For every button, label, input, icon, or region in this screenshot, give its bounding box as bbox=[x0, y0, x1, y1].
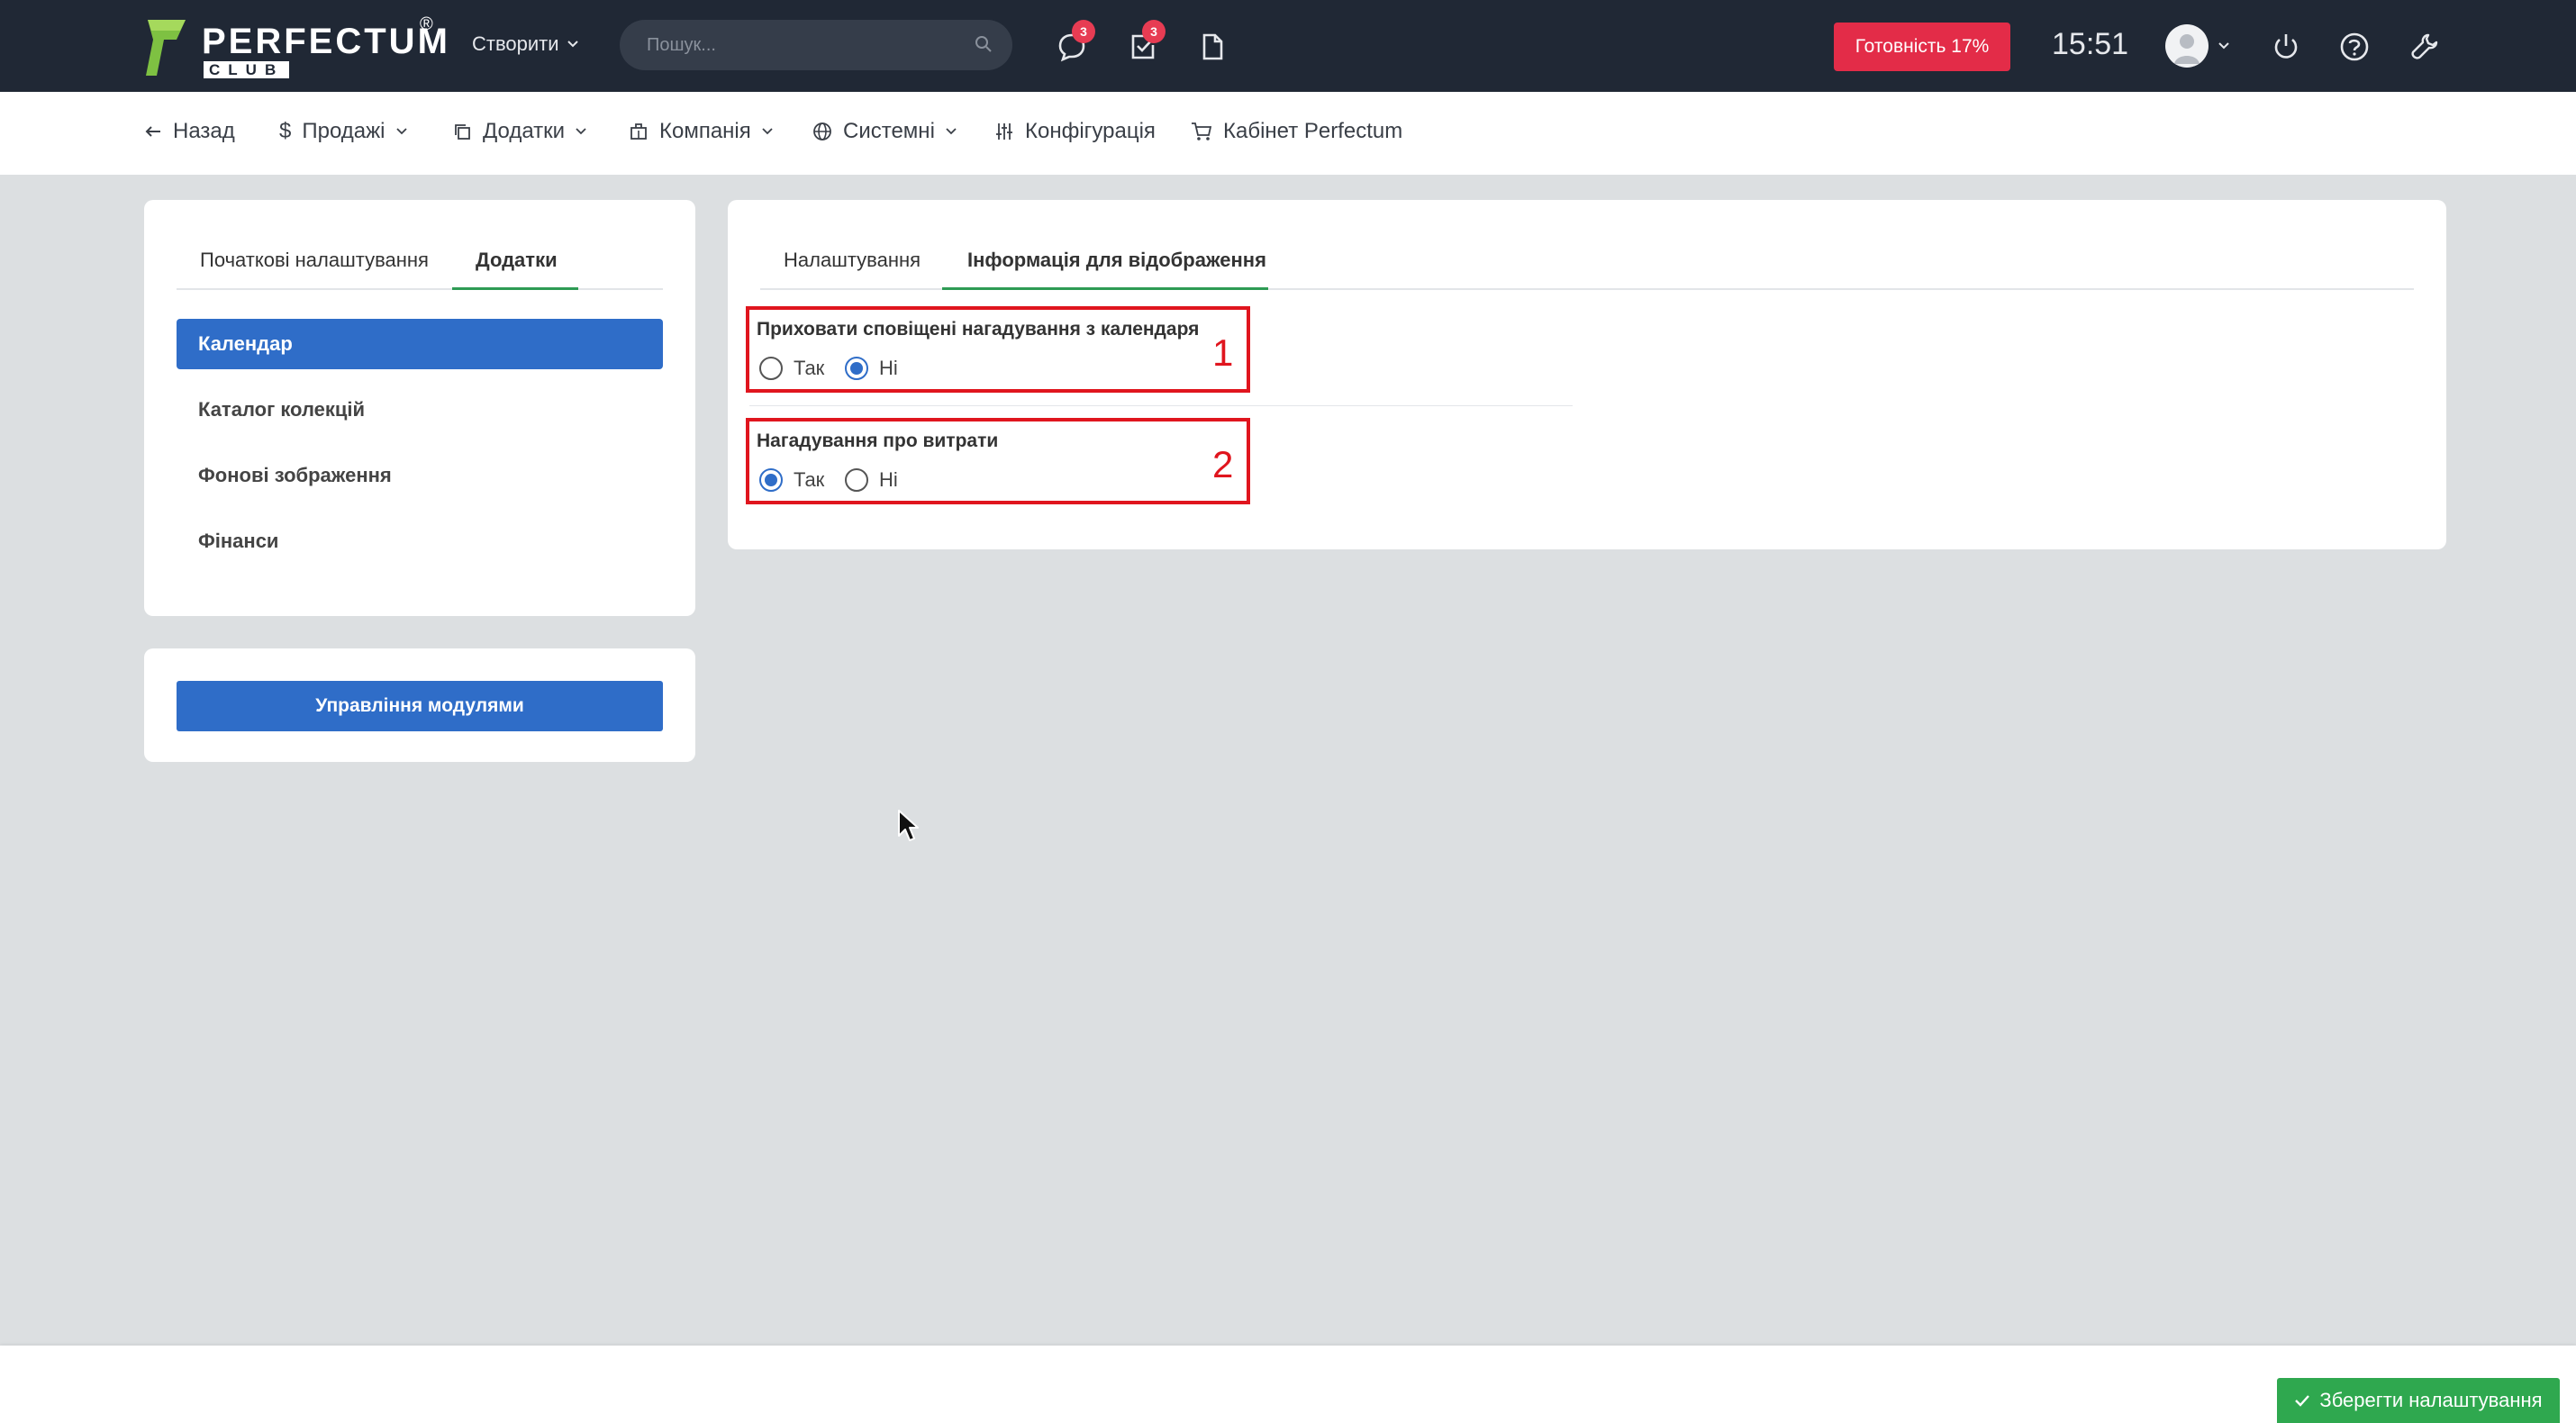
search-box bbox=[620, 20, 1012, 70]
search-input[interactable] bbox=[647, 20, 971, 70]
building-icon bbox=[630, 123, 647, 140]
document-icon bbox=[1202, 33, 1223, 60]
perfectum-logo[interactable]: PERFECTUM ® CLUB bbox=[144, 14, 448, 79]
nav-company[interactable]: Компанія bbox=[629, 119, 773, 144]
options-divider bbox=[749, 405, 1573, 406]
chevron-down-icon bbox=[946, 128, 957, 135]
tab-initial-settings[interactable]: Початкові налаштування bbox=[200, 249, 429, 272]
chevron-down-icon bbox=[2218, 42, 2229, 50]
radio-label: Ні bbox=[879, 357, 898, 379]
create-label: Створити bbox=[472, 32, 559, 55]
nav-addons-label: Додатки bbox=[483, 119, 566, 143]
radio-circle-selected bbox=[845, 357, 868, 380]
nav-back-label: Назад bbox=[173, 119, 235, 143]
radio-label: Так bbox=[794, 468, 825, 491]
copy-icon bbox=[455, 124, 470, 140]
tab-display-info[interactable]: Інформація для відображення bbox=[967, 249, 1266, 272]
help-icon bbox=[2340, 32, 2369, 61]
save-settings-button[interactable]: Зберегти налаштування bbox=[2277, 1378, 2560, 1423]
tasks-badge: 3 bbox=[1142, 20, 1166, 43]
sidebar-item-finance[interactable]: Фінанси bbox=[177, 516, 663, 566]
sidebar-item-collections-catalog[interactable]: Каталог колекцій bbox=[177, 385, 663, 435]
logo-registered-mark: ® bbox=[420, 14, 433, 34]
nav-back[interactable]: Назад bbox=[144, 119, 235, 144]
active-tab-indicator bbox=[452, 287, 578, 290]
messages-badge: 3 bbox=[1072, 20, 1095, 43]
expense-reminder-no-radio[interactable]: Ні bbox=[845, 468, 898, 492]
nav-configuration[interactable]: Конфігурація bbox=[994, 119, 1156, 144]
expense-reminder-yes-radio[interactable]: Так bbox=[759, 468, 824, 492]
dollar-icon: $ bbox=[279, 119, 292, 143]
help-button[interactable] bbox=[2338, 27, 2378, 67]
create-menu[interactable]: Створити bbox=[472, 32, 579, 56]
option-hide-notified-reminders-title: Приховати сповіщені нагадування з календ… bbox=[757, 319, 1200, 340]
sidebar-item-calendar[interactable]: Календар bbox=[177, 319, 663, 369]
power-icon bbox=[2274, 34, 2298, 59]
tabs-divider bbox=[177, 288, 663, 290]
user-icon bbox=[2174, 34, 2200, 64]
radio-circle bbox=[759, 357, 783, 380]
checkmark-icon bbox=[2295, 1395, 2310, 1407]
messages-button[interactable]: 3 bbox=[1056, 20, 1095, 67]
mouse-cursor-icon bbox=[898, 810, 919, 841]
sidebar-item-background-images[interactable]: Фонові зображення bbox=[177, 450, 663, 501]
main-navigation: Назад $ Продажі Додатки Компанія Системн… bbox=[0, 92, 2576, 175]
logout-button[interactable] bbox=[2270, 27, 2309, 67]
nav-sales-label: Продажі bbox=[302, 119, 385, 143]
tab-addons[interactable]: Додатки bbox=[476, 249, 558, 272]
radio-label: Так bbox=[794, 357, 825, 379]
top-bar: PERFECTUM ® CLUB Створити 3 3 Готовність… bbox=[0, 0, 2576, 92]
radio-label: Ні bbox=[879, 468, 898, 491]
hide-reminders-yes-radio[interactable]: Так bbox=[759, 357, 824, 380]
nav-company-label: Компанія bbox=[659, 119, 751, 143]
cart-icon bbox=[1192, 122, 1212, 140]
modules-card: Управління модулями bbox=[144, 648, 695, 762]
hide-reminders-no-radio[interactable]: Ні bbox=[845, 357, 898, 380]
logo-club: CLUB bbox=[204, 61, 290, 78]
clock: 15:51 bbox=[2052, 27, 2129, 61]
footer-bar bbox=[0, 1346, 2576, 1423]
globe-icon bbox=[813, 122, 831, 140]
active-tab-indicator bbox=[942, 287, 1268, 290]
nav-cabinet[interactable]: Кабінет Perfectum bbox=[1191, 119, 1402, 144]
radio-circle bbox=[845, 468, 868, 492]
chevron-down-icon bbox=[567, 41, 578, 48]
nav-system-label: Системні bbox=[843, 119, 935, 143]
logo-mark-icon bbox=[146, 20, 186, 76]
user-menu[interactable] bbox=[2165, 24, 2230, 68]
tab-settings[interactable]: Налаштування bbox=[784, 249, 921, 272]
avatar bbox=[2165, 24, 2209, 68]
annotation-number-1: 1 bbox=[1212, 331, 1234, 374]
settings-button[interactable] bbox=[2408, 27, 2448, 67]
nav-configuration-label: Конфігурація bbox=[1025, 119, 1156, 143]
tasks-button[interactable]: 3 bbox=[1126, 20, 1166, 67]
arrow-left-icon bbox=[145, 126, 160, 137]
settings-sidebar-card: Початкові налаштування Додатки Календар … bbox=[144, 200, 695, 616]
annotation-number-2: 2 bbox=[1212, 443, 1234, 485]
readiness-button[interactable]: Готовність 17% bbox=[1834, 23, 2010, 71]
option-expense-reminder-title: Нагадування про витрати bbox=[757, 431, 999, 451]
wrench-icon bbox=[2411, 33, 2438, 59]
search-icon[interactable] bbox=[975, 35, 993, 53]
nav-cabinet-label: Кабінет Perfectum bbox=[1223, 119, 1403, 143]
documents-button[interactable] bbox=[1196, 27, 1236, 67]
radio-circle-selected bbox=[759, 468, 783, 492]
chevron-down-icon bbox=[395, 128, 407, 135]
nav-sales[interactable]: $ Продажі bbox=[279, 119, 407, 144]
chevron-down-icon bbox=[576, 128, 586, 135]
logo-text: PERFECTUM bbox=[202, 22, 450, 61]
save-settings-label: Зберегти налаштування bbox=[2319, 1389, 2543, 1411]
sliders-icon bbox=[996, 123, 1012, 140]
nav-addons[interactable]: Додатки bbox=[452, 119, 586, 144]
nav-system[interactable]: Системні bbox=[812, 119, 957, 144]
chevron-down-icon bbox=[762, 128, 773, 135]
manage-modules-button[interactable]: Управління модулями bbox=[177, 681, 663, 731]
